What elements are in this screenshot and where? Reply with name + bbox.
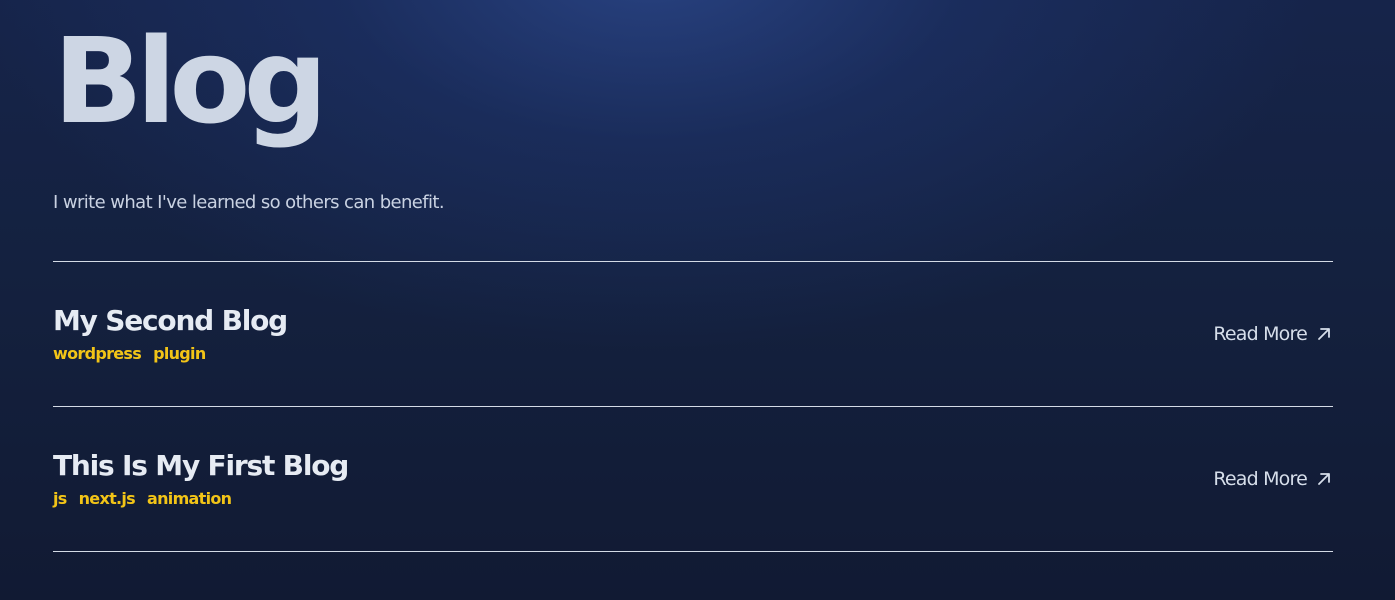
page-subtitle: I write what I've learned so others can … (53, 192, 445, 213)
blog-page: Blog I write what I've learned so others… (53, 0, 1333, 600)
read-more-link[interactable]: Read More (1213, 323, 1333, 345)
read-more-label: Read More (1213, 468, 1307, 490)
read-more-label: Read More (1213, 323, 1307, 345)
tag[interactable]: plugin (153, 344, 206, 363)
tag[interactable]: next.js (79, 489, 136, 508)
tag[interactable]: js (53, 489, 67, 508)
post-tags: js next.js animation (53, 489, 232, 508)
tag[interactable]: animation (147, 489, 232, 508)
tag[interactable]: wordpress (53, 344, 142, 363)
arrow-up-right-icon (1318, 473, 1330, 485)
post-title[interactable]: This Is My First Blog (53, 449, 349, 482)
arrow-up-right-icon (1318, 328, 1330, 340)
post-title[interactable]: My Second Blog (53, 304, 288, 337)
post-tags: wordpress plugin (53, 344, 206, 363)
page-title: Blog (53, 12, 328, 150)
blog-post-item[interactable]: My Second Blog wordpress plugin Read Mor… (53, 262, 1333, 407)
read-more-link[interactable]: Read More (1213, 468, 1333, 490)
blog-post-item[interactable]: This Is My First Blog js next.js animati… (53, 407, 1333, 552)
divider (53, 551, 1333, 552)
